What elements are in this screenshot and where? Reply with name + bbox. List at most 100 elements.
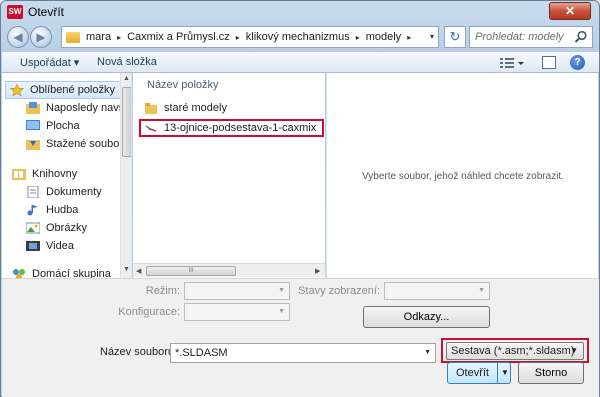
breadcrumb-label: Caxmix a Průmysl.cz	[127, 31, 230, 43]
scroll-down-icon[interactable]: ▼	[123, 266, 130, 273]
navigation-bar: ◀ ▶ mara ▸ Caxmix a Průmysl.cz ▸ klikový…	[1, 23, 599, 51]
recent-places-icon	[26, 102, 40, 114]
display-states-select: ▼	[384, 282, 490, 300]
chevron-down-icon: ▼	[478, 287, 485, 294]
configuration-select: ▼	[184, 303, 290, 321]
help-icon[interactable]: ?	[570, 55, 585, 70]
videos-icon	[26, 241, 40, 251]
filename-input[interactable]: *.SLDASM ▼	[170, 343, 436, 363]
new-folder-button[interactable]: Nová složka	[97, 56, 157, 68]
address-bar[interactable]: mara ▸ Caxmix a Průmysl.cz ▸ klikový mec…	[61, 26, 439, 48]
breadcrumb-item[interactable]: mara ▸	[86, 31, 127, 43]
breadcrumb-chevron-icon[interactable]: ▸	[236, 33, 240, 42]
filename-label: Název souboru:	[100, 346, 178, 358]
file-name-panel: Název souboru: *.SLDASM ▼ Sestava (*.asm…	[2, 338, 599, 397]
breadcrumb-label: klikový mechanizmus	[245, 31, 350, 43]
folder-icon	[66, 31, 80, 43]
sidebar-item-music[interactable]: Hudba	[26, 201, 131, 219]
open-options-chevron-icon[interactable]: ▼	[499, 363, 511, 383]
organize-button[interactable]: Uspořádat ▾	[20, 56, 79, 69]
filename-value: *.SLDASM	[175, 347, 228, 359]
chevron-down-icon: ▼	[278, 287, 285, 294]
breadcrumb-label: modely	[365, 31, 402, 43]
title-bar[interactable]: SW Otevřít ✕	[1, 1, 599, 23]
desktop-icon	[26, 120, 40, 130]
music-icon	[27, 205, 38, 216]
search-box[interactable]: Prohledat: modely	[469, 26, 593, 48]
mode-select: ▼	[184, 282, 290, 300]
display-states-label: Stavy zobrazení:	[298, 285, 380, 297]
pictures-icon	[26, 222, 40, 234]
sidebar-item-libraries[interactable]: Knihovny	[12, 165, 130, 183]
sidebar-item-label: Domácí skupina	[32, 268, 111, 278]
cancel-button[interactable]: Storno	[518, 362, 584, 384]
sidebar-item-videos[interactable]: Videa	[26, 237, 131, 255]
sidebar-item-documents[interactable]: Dokumenty	[26, 183, 131, 201]
breadcrumb-item[interactable]: klikový mechanizmus ▸	[246, 31, 366, 43]
breadcrumb-chevron-icon[interactable]: ▸	[407, 33, 411, 42]
sidebar-item-homegroup[interactable]: Domácí skupina	[12, 265, 130, 278]
sidebar-scroll-thumb[interactable]	[122, 87, 131, 157]
sidebar-item-downloads[interactable]: Stažené soubory	[26, 135, 131, 153]
forward-button[interactable]: ▶	[30, 26, 52, 48]
sidebar-item-label: Videa	[46, 240, 74, 252]
sidebar-scrollbar[interactable]: ▲ ▼	[120, 73, 131, 278]
breadcrumb-label: mara	[86, 31, 112, 43]
preview-message: Vyberte soubor, jehož náhled chcete zobr…	[362, 171, 564, 182]
sidebar-item-label: Hudba	[46, 204, 79, 216]
chevron-down-icon: ▼	[278, 308, 285, 315]
sidebar-item-label: Dokumenty	[46, 186, 102, 198]
file-type-highlight: Sestava (*.asm;*.sldasm) ▼	[441, 338, 589, 363]
configuration-label: Konfigurace:	[118, 306, 180, 318]
refresh-button[interactable]: ↻	[444, 26, 466, 48]
chevron-down-icon[interactable]: ▼	[570, 343, 578, 359]
preview-pane: Vyberte soubor, jehož náhled chcete zobr…	[326, 73, 598, 278]
scroll-up-icon[interactable]: ▲	[123, 75, 130, 82]
file-list-item[interactable]: 13-ojnice-podsestava-1-caxmix	[139, 119, 325, 137]
sidebar-item-desktop[interactable]: Plocha	[26, 117, 131, 135]
open-split-button[interactable]: Otevřít ▼	[447, 362, 511, 384]
star-icon	[10, 84, 24, 96]
search-placeholder: Prohledat: modely	[475, 31, 564, 43]
close-button[interactable]: ✕	[549, 2, 591, 20]
command-toolbar: Uspořádat ▾ Nová složka ?	[2, 51, 599, 73]
sidebar-item-label: Plocha	[46, 120, 80, 132]
search-icon[interactable]	[574, 30, 588, 44]
change-view-icon[interactable]	[499, 56, 525, 70]
documents-icon	[27, 186, 39, 198]
file-list-pane: Název položky staré modely 13-ojnice-pod…	[133, 73, 325, 278]
solidworks-app-icon: SW	[7, 5, 23, 19]
file-type-value: Sestava (*.asm;*.sldasm)	[451, 345, 575, 357]
preview-pane-icon[interactable]	[542, 56, 556, 69]
file-name: 13-ojnice-podsestava-1-caxmix	[164, 122, 317, 134]
address-history-dropdown-icon[interactable]: ▾	[430, 32, 434, 41]
sidebar-item-pictures[interactable]: Obrázky	[26, 219, 131, 237]
sidebar-item-favorites[interactable]: Oblíbené položky	[5, 81, 123, 99]
homegroup-icon	[13, 269, 25, 278]
file-list-item[interactable]: staré modely	[145, 99, 227, 117]
assembly-file-icon	[145, 124, 157, 132]
sidebar-item-label: Stažené soubory	[46, 138, 129, 150]
column-header-name[interactable]: Název položky	[147, 79, 219, 91]
scroll-right-icon[interactable]: ▶	[315, 267, 320, 275]
sidebar-item-recent-places[interactable]: Naposledy navštív	[26, 99, 131, 117]
sidebar-item-label: Oblíbené položky	[30, 84, 115, 96]
breadcrumb-item[interactable]: modely ▸	[366, 31, 417, 43]
open-button[interactable]: Otevřít	[448, 363, 498, 383]
breadcrumb-chevron-icon[interactable]: ▸	[356, 33, 360, 42]
references-button[interactable]: Odkazy...	[363, 306, 490, 328]
horizontal-scroll-thumb[interactable]: III	[146, 266, 236, 276]
breadcrumb-item[interactable]: Caxmix a Průmysl.cz ▸	[127, 31, 246, 43]
mode-label: Režim:	[145, 285, 180, 297]
sidebar-item-label: Obrázky	[46, 222, 87, 234]
breadcrumb-chevron-icon[interactable]: ▸	[117, 33, 121, 42]
chevron-down-icon[interactable]: ▼	[424, 344, 431, 362]
back-button[interactable]: ◀	[7, 26, 29, 48]
file-list-horizontal-scrollbar[interactable]: ◀ III ▶	[133, 263, 325, 277]
file-type-select[interactable]: Sestava (*.asm;*.sldasm) ▼	[446, 342, 584, 360]
scroll-left-icon[interactable]: ◀	[136, 267, 141, 275]
libraries-icon	[12, 169, 26, 180]
sidebar-item-label: Knihovny	[32, 168, 78, 180]
navigation-pane: Oblíbené položky Naposledy navštív Ploch…	[2, 73, 132, 278]
file-name: staré modely	[164, 102, 227, 114]
